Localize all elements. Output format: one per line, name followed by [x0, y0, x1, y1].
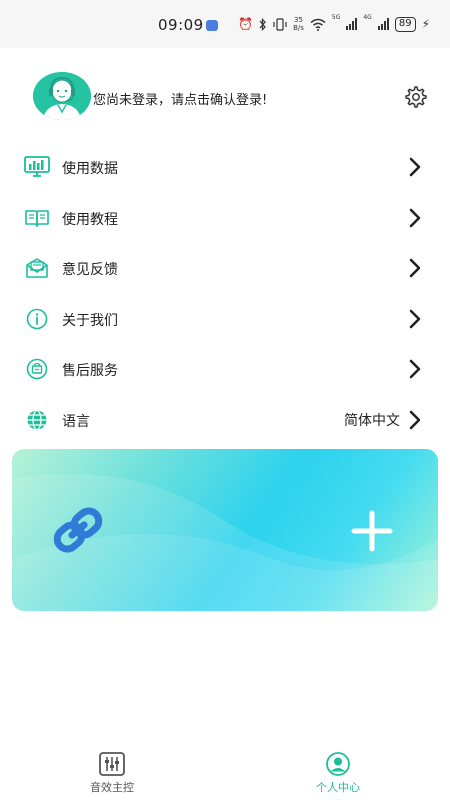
gear-icon[interactable] [404, 85, 428, 109]
chevron-right-icon [409, 410, 421, 429]
status-icons: ⏰ 35 B/s 5G 4G 89 ⚡ [238, 14, 430, 34]
login-prompt[interactable]: 您尚未登录，请点击确认登录! [93, 89, 267, 108]
bluetooth-icon [259, 17, 266, 31]
alarm-icon: ⏰ [238, 17, 254, 31]
tab-label: 个人中心 [316, 781, 360, 794]
chevron-right-icon [409, 258, 421, 278]
chevron-right-icon [409, 359, 421, 379]
user-avatar-icon[interactable] [33, 72, 91, 120]
profile-header[interactable]: 您尚未登录，请点击确认登录! [33, 72, 428, 122]
network-5g-label: 5G [331, 14, 341, 21]
network-speed-unit: B/s [293, 24, 304, 32]
usage-data-icon [24, 156, 50, 177]
bottom-tab-bar: 音效主控 个人中心 [0, 744, 450, 800]
menu-item-feedback[interactable]: 意见反馈 [0, 243, 450, 294]
chevron-right-icon [409, 309, 421, 328]
menu-item-usage-data[interactable]: 使用数据 [0, 142, 450, 193]
tab-label: 音效主控 [90, 781, 134, 794]
plus-icon[interactable] [350, 509, 394, 553]
tab-personal-center[interactable]: 个人中心 [293, 752, 383, 795]
info-icon [26, 308, 48, 329]
wifi-icon [310, 18, 326, 31]
feedback-mail-icon [26, 258, 48, 278]
link-icon[interactable] [48, 504, 108, 556]
status-bar: 09:09 ⏰ 35 B/s 5G 4G 89 ⚡ [0, 0, 450, 48]
menu-item-label: 意见反馈 [62, 262, 118, 278]
tab-sound-control[interactable]: 音效主控 [67, 752, 157, 795]
network-4g-label: 4G [363, 14, 372, 21]
globe-icon [27, 409, 47, 430]
after-sales-icon [26, 358, 48, 380]
chevron-right-icon [409, 208, 421, 227]
menu-item-label: 使用教程 [62, 211, 118, 228]
menu-item-about[interactable]: 关于我们 [0, 294, 450, 345]
network-speed-value: 35 [294, 16, 303, 24]
battery-level: 89 [394, 16, 416, 32]
equalizer-icon [99, 752, 125, 776]
person-icon [326, 752, 350, 776]
vibrate-icon [273, 17, 287, 31]
charging-icon: ⚡ [421, 17, 430, 31]
status-time: 09:09 [158, 16, 204, 34]
menu-item-label: 售后服务 [62, 363, 118, 379]
tutorial-book-icon [25, 209, 49, 227]
device-connect-card[interactable] [12, 449, 438, 611]
menu-item-label: 使用数据 [62, 161, 118, 177]
chevron-right-icon [409, 157, 421, 177]
signal-icon-2 [377, 18, 389, 30]
menu-item-label: 关于我们 [62, 312, 118, 329]
app-notification-icon [206, 20, 218, 31]
network-speed: 35 B/s [293, 16, 304, 32]
menu-item-after-sales[interactable]: 售后服务 [0, 344, 450, 395]
language-value: 简体中文 [344, 412, 400, 429]
signal-icon [346, 18, 358, 30]
menu-item-tutorial[interactable]: 使用教程 [0, 193, 450, 244]
menu-item-label: 语言 [62, 413, 90, 430]
menu-item-language[interactable]: 语言 简体中文 [0, 395, 450, 446]
menu-list: 使用数据 使用教程 意见反馈 关于我们 售后服务 语言 简体中文 [0, 142, 450, 445]
